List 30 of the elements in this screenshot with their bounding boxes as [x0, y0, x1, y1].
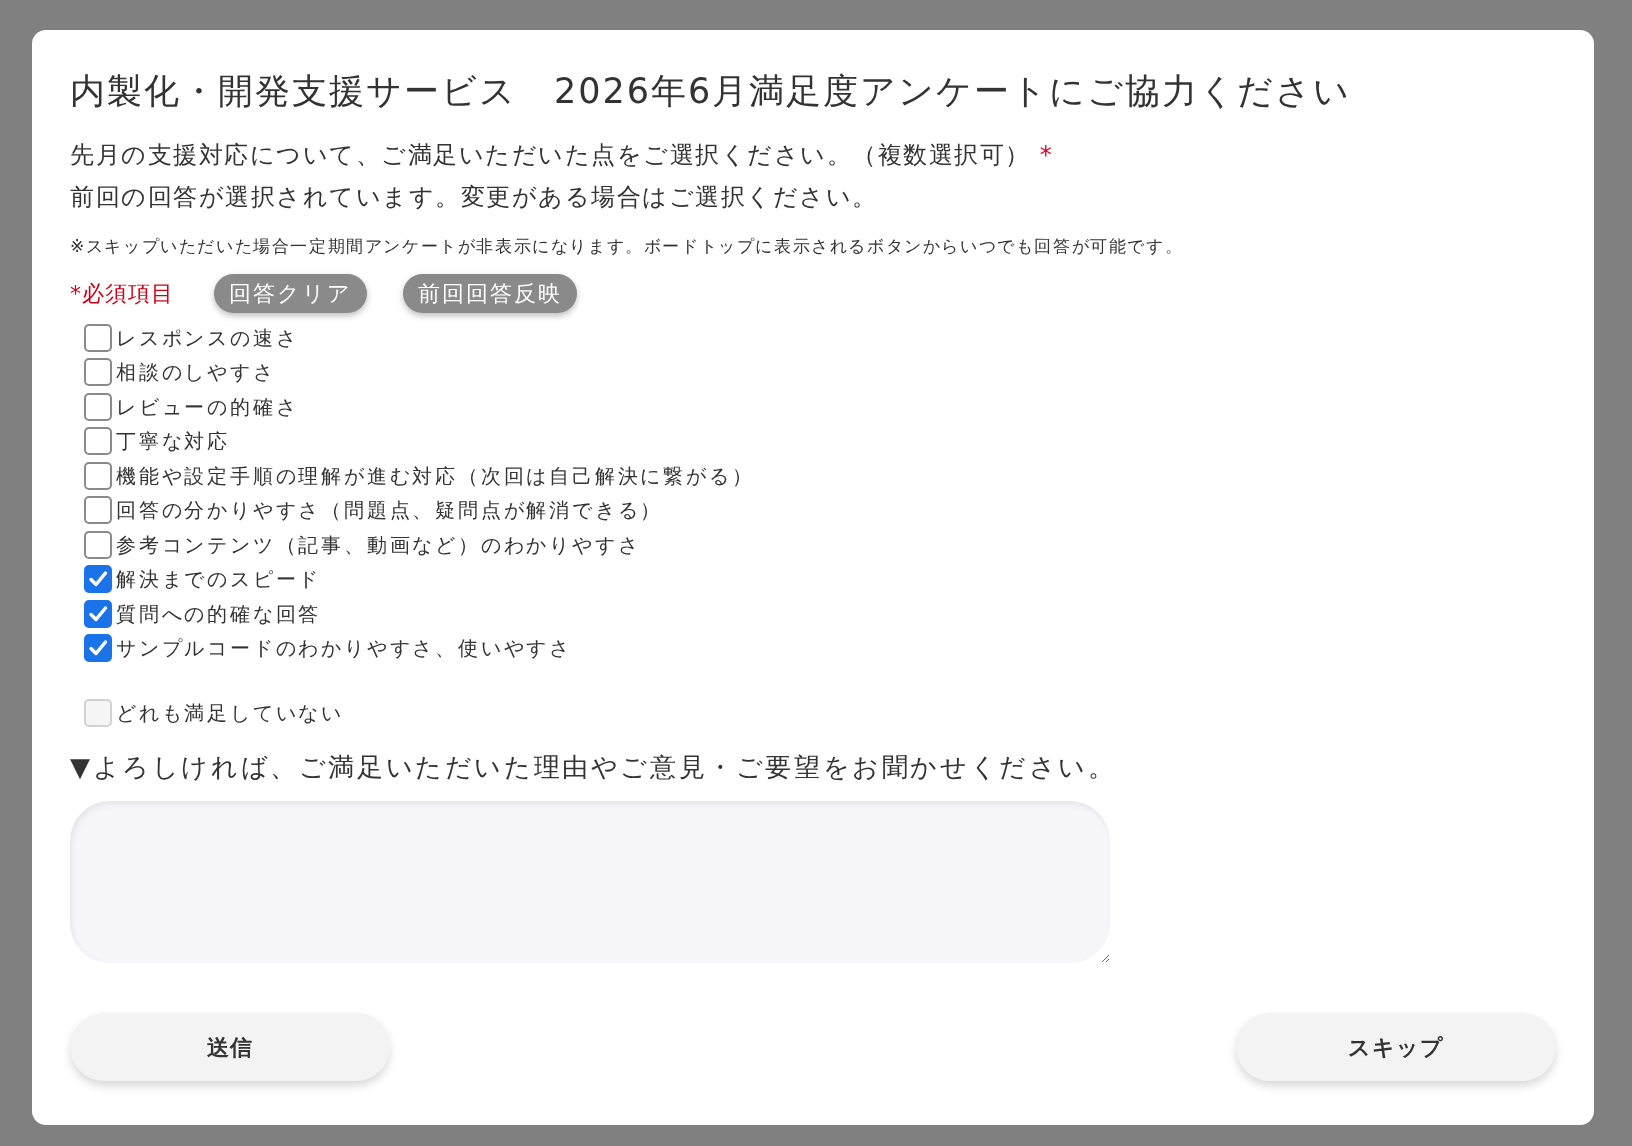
checkbox[interactable] [84, 461, 112, 490]
comment-prompt: ▼よろしければ、ご満足いただいた理由やご意見・ご要望をお聞かせください。 [70, 751, 1118, 784]
skip-button[interactable]: スキップ [1236, 1013, 1556, 1081]
checkbox[interactable] [84, 323, 112, 352]
checkbox[interactable] [84, 358, 112, 387]
option-label: レビューの的確さ [116, 393, 299, 421]
question-text: 先月の支援対応について、ご満足いただいた点をご選択ください。（複数選択可） * [70, 140, 1055, 171]
checkbox[interactable] [84, 634, 112, 663]
skip-note: ※スキップいただいた場合一定期間アンケートが非表示になります。ボードトップに表示されるボタンからいつでも回答が可能です。 [70, 235, 1185, 258]
option-label: 回答の分かりやすさ（問題点、疑問点が解消できる） [116, 497, 664, 525]
checkbox[interactable] [84, 530, 112, 559]
option-label: 参考コンテンツ（記事、動画など）のわかりやすさ [116, 531, 641, 559]
required-label: *必須項目 [70, 279, 174, 308]
checkbox[interactable] [84, 392, 112, 421]
checkbox[interactable] [84, 565, 112, 594]
option-label: 解決までのスピード [116, 566, 322, 594]
option-label: サンプルコードのわかりやすさ、使いやすさ [116, 635, 572, 663]
checkbox[interactable] [84, 427, 112, 456]
checkbox[interactable] [84, 496, 112, 525]
option-label: レスポンスの速さ [116, 324, 299, 352]
submit-button[interactable]: 送信 [70, 1013, 390, 1081]
previous-answer-note: 前回の回答が選択されています。変更がある場合はご選択ください。 [70, 182, 879, 213]
option-label: 丁寧な対応 [116, 428, 230, 456]
option-label: 相談のしやすさ [116, 359, 276, 387]
dialog-title: 内製化・開発支援サービス 2026年6月満足度アンケートにご協力ください [70, 70, 1353, 112]
checkbox[interactable] [84, 599, 112, 628]
comment-field[interactable] [70, 801, 1110, 963]
option-label: どれも満足していない [116, 699, 344, 727]
option-label: 質問への的確な回答 [116, 600, 322, 628]
option-label: 機能や設定手順の理解が進む対応（次回は自己解決に繋がる） [116, 462, 755, 490]
